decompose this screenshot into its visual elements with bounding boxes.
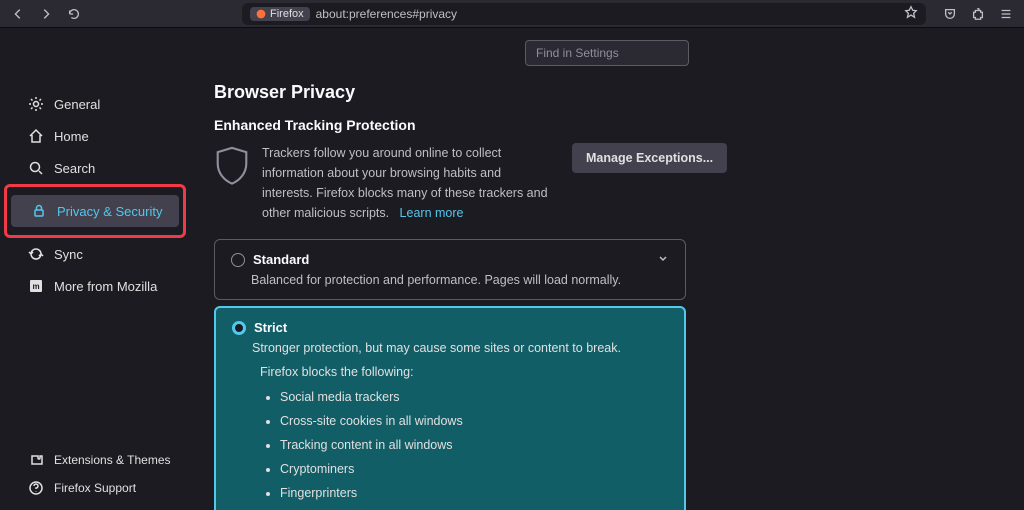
radio-strict[interactable] (232, 321, 246, 335)
list-item: Cross-site cookies in all windows (280, 409, 668, 433)
sidebar-item-label: Search (54, 161, 95, 176)
page-title: Browser Privacy (214, 82, 1000, 103)
learn-more-link[interactable]: Learn more (400, 206, 464, 220)
sidebar-item-label: Firefox Support (54, 481, 136, 495)
mozilla-icon: m (28, 278, 44, 294)
forward-button[interactable] (34, 2, 58, 26)
manage-exceptions-button[interactable]: Manage Exceptions... (572, 143, 727, 173)
sidebar-item-label: Extensions & Themes (54, 453, 171, 467)
sidebar-item-label: General (54, 97, 100, 112)
search-icon (28, 160, 44, 176)
bookmark-star-icon[interactable] (904, 5, 918, 22)
sidebar-item-general[interactable]: General (0, 88, 190, 120)
puzzle-icon (28, 452, 44, 468)
gear-icon (28, 96, 44, 112)
browser-badge: Firefox (250, 7, 310, 21)
list-item: Social media trackers (280, 385, 668, 409)
sidebar: General Home Search Privacy & Security S… (0, 28, 190, 510)
sidebar-item-label: Privacy & Security (57, 204, 162, 219)
sidebar-item-sync[interactable]: Sync (0, 238, 190, 270)
option-subtitle: Stronger protection, but may cause some … (252, 341, 668, 355)
highlight-annotation: Privacy & Security (4, 184, 186, 238)
page-body: General Home Search Privacy & Security S… (0, 28, 1024, 510)
chevron-down-icon (657, 252, 669, 267)
sidebar-item-privacy[interactable]: Privacy & Security (11, 195, 179, 227)
list-item: Fingerprinters (280, 481, 668, 505)
lock-icon (31, 203, 47, 219)
list-item: Tracking content in all windows (280, 433, 668, 457)
section-heading: Enhanced Tracking Protection (214, 117, 1000, 133)
extensions-icon[interactable] (966, 2, 990, 26)
radio-standard[interactable] (231, 253, 245, 267)
sync-icon (28, 246, 44, 262)
help-icon (28, 480, 44, 496)
back-button[interactable] (6, 2, 30, 26)
etp-option-strict[interactable]: Strict Stronger protection, but may caus… (214, 306, 686, 510)
blocks-heading: Firefox blocks the following: (260, 365, 668, 379)
etp-option-standard[interactable]: Standard Balanced for protection and per… (214, 239, 686, 300)
svg-text:m: m (32, 282, 39, 291)
browser-badge-label: Firefox (270, 8, 304, 20)
sidebar-item-extensions[interactable]: Extensions & Themes (0, 446, 190, 474)
home-icon (28, 128, 44, 144)
list-item: Cryptominers (280, 457, 668, 481)
browser-toolbar: Firefox about:preferences#privacy (0, 0, 1024, 28)
option-title: Strict (254, 320, 287, 335)
sidebar-item-home[interactable]: Home (0, 120, 190, 152)
option-title: Standard (253, 252, 309, 267)
content-area: Browser Privacy Enhanced Tracking Protec… (190, 28, 1024, 510)
shield-icon (214, 145, 250, 185)
sidebar-item-mozilla[interactable]: m More from Mozilla (0, 270, 190, 302)
settings-search-input[interactable] (525, 40, 689, 66)
option-subtitle: Balanced for protection and performance.… (251, 273, 669, 287)
sidebar-item-search[interactable]: Search (0, 152, 190, 184)
sidebar-item-label: Home (54, 129, 89, 144)
reload-button[interactable] (62, 2, 86, 26)
menu-icon[interactable] (994, 2, 1018, 26)
save-pocket-icon[interactable] (938, 2, 962, 26)
sidebar-item-label: More from Mozilla (54, 279, 157, 294)
sidebar-item-support[interactable]: Firefox Support (0, 474, 190, 502)
etp-description: Trackers follow you around online to col… (262, 143, 552, 223)
url-text: about:preferences#privacy (316, 7, 898, 21)
sidebar-item-label: Sync (54, 247, 83, 262)
url-bar[interactable]: Firefox about:preferences#privacy (242, 3, 926, 25)
blocks-list: Social media trackers Cross-site cookies… (280, 385, 668, 505)
